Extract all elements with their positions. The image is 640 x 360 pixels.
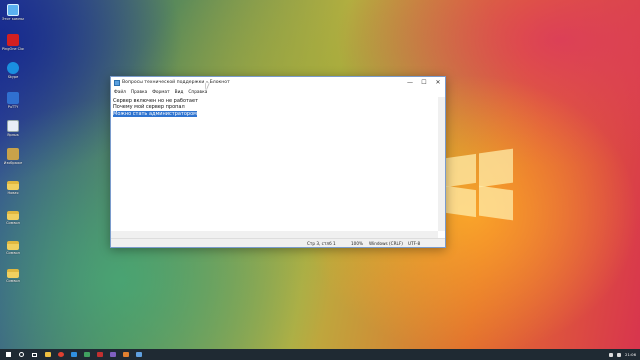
line-ending: Windows (CRLF) [369,241,403,246]
taskbar-app[interactable] [43,350,52,359]
computer-icon [7,4,19,16]
horizontal-scrollbar[interactable] [111,231,438,238]
encoding: UTF-8 [408,241,421,246]
desktop-icon-folder-4[interactable]: Символ [2,266,24,294]
app-icon [83,352,90,357]
menu-edit[interactable]: Правка [131,90,147,95]
window-controls: — ☐ ✕ [403,77,445,88]
menu-file[interactable]: Файл [114,90,126,95]
desktop-icon-folder-3[interactable]: Символ [2,238,24,266]
task-view-icon [32,352,37,357]
cursor-position: Стр 3, стлб 1 [307,241,336,246]
clock[interactable]: 21:06 [625,352,636,357]
menu-bar: Файл Правка Формат Вид Справка [111,88,445,97]
folder-icon [7,269,19,278]
windows-start-icon [6,352,11,357]
folder-icon [7,211,19,220]
notepad-icon [114,79,120,86]
desktop-icon-pingone[interactable]: PingOne Cloud [2,34,24,62]
file-icon [7,120,19,132]
search-button[interactable] [17,350,26,359]
search-icon [19,352,24,357]
desktop-icon-skype[interactable]: Skype [2,62,24,90]
chrome-icon [57,352,64,357]
text-line-selected: Можно стать администратором [113,110,197,117]
taskbar-app[interactable] [56,350,65,359]
menu-format[interactable]: Формат [152,90,169,95]
skype-icon [7,62,19,74]
volume-icon[interactable] [617,352,622,357]
desktop-icon-shortcut[interactable]: Ярлык [2,120,24,148]
notepad-window: Вопросы технической поддержки – Блокнот … [110,76,446,248]
taskbar-app[interactable] [95,350,104,359]
task-view-button[interactable] [30,350,39,359]
app-icon [96,352,103,357]
desktop-icon-folder-2[interactable]: Символ [2,208,24,236]
text-editor[interactable]: Сервер включен но не работает Почему мой… [111,97,438,238]
network-icon[interactable] [609,352,614,357]
maximize-button[interactable]: ☐ [417,77,431,88]
file-explorer-icon [44,352,51,357]
title-bar[interactable]: Вопросы технической поддержки – Блокнот … [111,77,445,88]
app-icon [109,352,116,357]
desktop-icon-putty[interactable]: PuTTY [2,92,24,120]
menu-help[interactable]: Справка [188,90,207,95]
start-button[interactable] [4,350,13,359]
taskbar-app[interactable] [69,350,78,359]
taskbar-app[interactable] [82,350,91,359]
menu-view[interactable]: Вид [175,90,184,95]
taskbar: 21:06 [0,349,640,360]
taskbar-app[interactable] [121,350,130,359]
document-icon [7,148,19,160]
folder-icon [7,241,19,250]
close-button[interactable]: ✕ [431,77,445,88]
taskbar-app-notepad[interactable] [134,350,143,359]
windows-logo-wallpaper [442,148,514,221]
desktop-icon-image[interactable]: Изображе [2,148,24,176]
putty-icon [7,92,19,104]
desktop-icon-folder-1[interactable]: Новая [2,178,24,206]
vertical-scrollbar[interactable] [438,97,445,231]
pdf-app-icon [7,34,19,46]
mouse-cursor-icon [206,83,212,90]
window-title: Вопросы технической поддержки – Блокнот [122,80,230,85]
taskbar-app[interactable] [108,350,117,359]
zoom-level: 100% [351,241,363,246]
status-bar: Стр 3, стлб 1 100% Windows (CRLF) UTF-8 [111,238,445,247]
minimize-button[interactable]: — [403,77,417,88]
folder-icon [7,181,19,190]
desktop-icon-computer[interactable]: Этот компьютер [2,4,24,32]
app-icon [70,352,77,357]
system-tray: 21:06 [609,349,636,360]
app-icon [122,352,129,357]
notepad-icon [135,352,142,357]
